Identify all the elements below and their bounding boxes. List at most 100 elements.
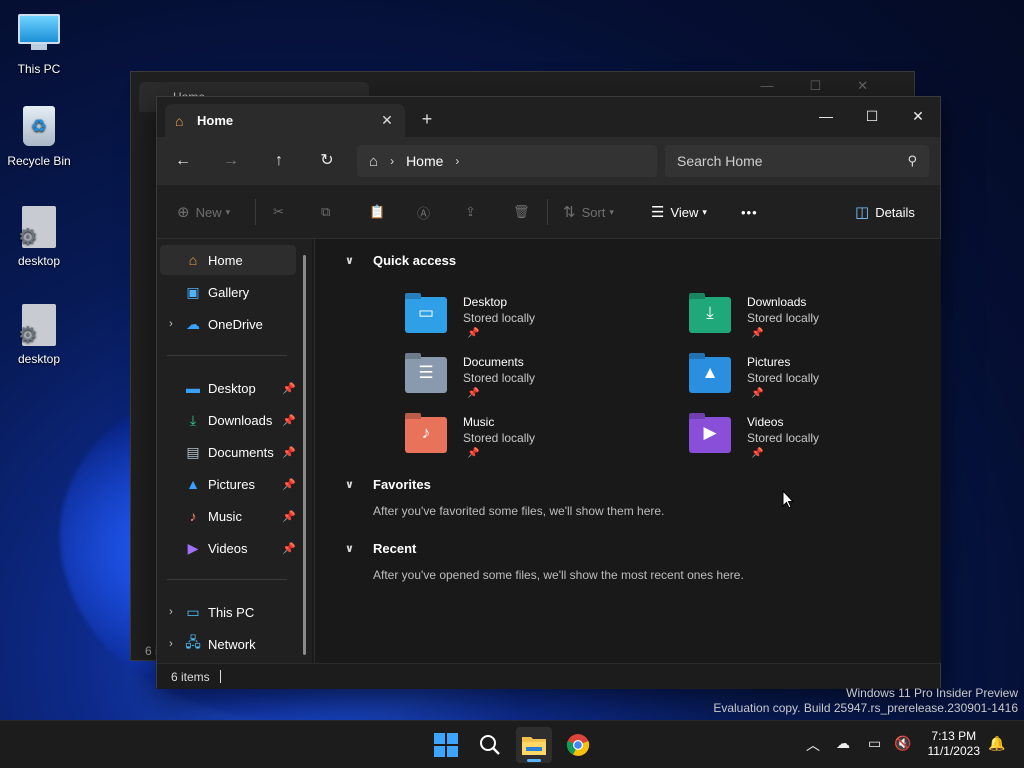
quick-access-pictures[interactable]: ▲ Pictures Stored locally 📌 <box>689 355 929 411</box>
details-pane-icon: ◫ <box>855 204 870 221</box>
details-label: Details <box>875 204 915 220</box>
start-button[interactable] <box>428 727 464 763</box>
search-icon[interactable]: ⚲ <box>907 153 917 169</box>
quick-access-videos[interactable]: ▶ Videos Stored locally 📌 <box>689 415 929 471</box>
back-arrow-icon[interactable]: ← <box>169 149 197 173</box>
details-button[interactable]: ◫ Details <box>855 200 915 224</box>
recycle-bin-icon <box>17 106 61 150</box>
desktop-icon-this-pc[interactable]: This PC <box>1 10 77 76</box>
address-bar[interactable]: ⌂ › Home › <box>357 145 657 177</box>
desktop-icon-desktop-file-2[interactable]: desktop <box>1 304 77 366</box>
paste-icon[interactable]: 📋 <box>369 200 385 224</box>
show-hidden-icons-chevron-up-icon[interactable]: ︿ <box>806 735 820 755</box>
section-title: Favorites <box>373 477 431 492</box>
sidebar-item-desktop[interactable]: ▬ Desktop 📌 <box>160 373 296 403</box>
sort-button[interactable]: ⇅ Sort ▾ <box>563 200 614 224</box>
search-button[interactable] <box>472 727 508 763</box>
home-icon: ⌂ <box>188 252 198 268</box>
refresh-icon[interactable]: ↻ <box>313 149 341 173</box>
chevron-right-icon[interactable]: › <box>455 154 459 168</box>
copy-icon[interactable]: ⧉ <box>321 200 330 224</box>
view-list-icon: ☰ <box>651 204 665 221</box>
view-button[interactable]: ☰ View ▾ <box>651 200 707 224</box>
sidebar-item-home[interactable]: ⌂ Home <box>160 245 296 275</box>
favorites-empty-message: After you've favorited some files, we'll… <box>373 504 665 518</box>
quick-access-music[interactable]: ♪ Music Stored locally 📌 <box>405 415 645 471</box>
forward-arrow-icon[interactable]: → <box>217 149 245 173</box>
status-divider <box>219 670 221 683</box>
sidebar-scrollbar[interactable] <box>303 255 306 655</box>
chevron-down-icon[interactable]: ∨ <box>345 478 373 491</box>
volume-muted-icon[interactable]: 🔇 <box>894 735 911 752</box>
downloads-folder-icon: ⤓ <box>689 297 731 333</box>
sidebar-item-this-pc[interactable]: › ▭ This PC <box>160 597 296 627</box>
close-button[interactable]: ✕ <box>895 101 941 131</box>
sidebar-divider <box>167 579 287 580</box>
section-quick-access[interactable]: ∨ Quick access <box>345 253 456 268</box>
pin-icon: 📌 <box>751 448 764 459</box>
view-label: View <box>670 204 699 220</box>
clock[interactable]: 7:13 PM 11/1/2023 <box>928 729 981 759</box>
quick-access-desktop[interactable]: ▭ Desktop Stored locally 📌 <box>405 295 645 351</box>
onedrive-cloud-icon[interactable]: ☁ <box>836 735 850 752</box>
chevron-right-icon[interactable]: › <box>160 318 182 330</box>
search-input[interactable] <box>677 153 908 169</box>
minimize-button[interactable]: — <box>803 101 849 131</box>
quick-access-downloads[interactable]: ⤓ Downloads Stored locally 📌 <box>689 295 929 351</box>
monitor-icon: ▭ <box>186 603 200 620</box>
quick-access-documents[interactable]: ☰ Documents Stored locally 📌 <box>405 355 645 411</box>
desktop-icon-desktop-file-1[interactable]: desktop <box>1 206 77 268</box>
sidebar-item-onedrive[interactable]: › ☁ OneDrive <box>160 309 296 339</box>
tab-close-icon[interactable]: ✕ <box>379 112 395 129</box>
more-options-button[interactable]: ••• <box>741 200 758 224</box>
chevron-down-icon[interactable]: ∨ <box>345 542 373 555</box>
sidebar-item-network[interactable]: › 🖧 Network <box>160 629 296 659</box>
desktop-icon-recycle-bin[interactable]: Recycle Bin <box>1 106 77 168</box>
sidebar-item-downloads[interactable]: ⤓ Downloads 📌 <box>160 405 296 435</box>
sidebar-item-documents[interactable]: ▤ Documents 📌 <box>160 437 296 467</box>
navigation-pane: ⌂ Home ▣ Gallery › ☁ OneDrive ▬ Desktop … <box>157 239 312 663</box>
title-bar[interactable]: ⌂ Home ✕ + — ☐ ✕ <box>157 97 940 137</box>
sidebar-item-pictures[interactable]: ▲ Pictures 📌 <box>160 469 296 499</box>
network-monitor-icon[interactable]: ▭ <box>868 735 881 752</box>
maximize-button[interactable]: ☐ <box>849 101 895 131</box>
share-icon[interactable]: ⇪ <box>465 200 476 224</box>
sidebar-item-music[interactable]: ♪ Music 📌 <box>160 501 297 531</box>
chevron-down-icon: ▾ <box>225 206 231 217</box>
chevron-down-icon: ▾ <box>609 206 614 217</box>
quick-access-location: Stored locally <box>463 311 536 325</box>
windows-logo-icon <box>434 733 458 757</box>
pin-icon: 📌 <box>282 478 296 491</box>
sidebar-item-videos[interactable]: ▶ Videos 📌 <box>160 533 296 563</box>
file-explorer-window[interactable]: ⌂ Home ✕ + — ☐ ✕ ← → ↑ ↻ ⌂ › Home › ⚲ ⊕ … <box>156 96 941 689</box>
sidebar-divider <box>167 355 287 356</box>
videos-folder-icon: ▶ <box>689 417 731 453</box>
search-icon <box>480 735 500 755</box>
new-tab-button[interactable]: + <box>417 109 437 129</box>
search-box[interactable]: ⚲ <box>665 145 929 177</box>
pictures-folder-icon: ▲ <box>689 357 731 393</box>
file-explorer-taskbar-button[interactable] <box>516 727 552 763</box>
chrome-taskbar-button[interactable] <box>560 727 596 763</box>
chevron-right-icon[interactable]: › <box>160 638 182 650</box>
delete-icon[interactable]: 🗑 <box>513 200 530 224</box>
notification-bell-icon[interactable]: 🔔 <box>988 735 1005 752</box>
download-icon: ⤓ <box>189 411 197 428</box>
sidebar-item-label: Music <box>208 508 242 524</box>
cut-icon[interactable]: ✂ <box>273 200 284 224</box>
network-icon: 🖧 <box>185 634 201 650</box>
rename-icon[interactable]: Ⓐ <box>417 200 430 224</box>
quick-access-location: Stored locally <box>747 371 820 385</box>
chevron-right-icon[interactable]: › <box>160 606 182 618</box>
breadcrumb-home[interactable]: Home <box>406 153 443 169</box>
quick-access-name: Desktop <box>463 295 508 309</box>
section-favorites[interactable]: ∨ Favorites <box>345 477 431 492</box>
tab-home[interactable]: ⌂ Home ✕ <box>165 104 405 137</box>
section-recent[interactable]: ∨ Recent <box>345 541 416 556</box>
sidebar-item-gallery[interactable]: ▣ Gallery <box>160 277 296 307</box>
up-arrow-icon[interactable]: ↑ <box>265 149 293 173</box>
quick-access-name: Documents <box>463 355 524 369</box>
chevron-down-icon[interactable]: ∨ <box>345 254 373 267</box>
sort-icon: ⇅ <box>563 204 576 221</box>
new-button[interactable]: ⊕ New ▾ <box>177 200 230 224</box>
